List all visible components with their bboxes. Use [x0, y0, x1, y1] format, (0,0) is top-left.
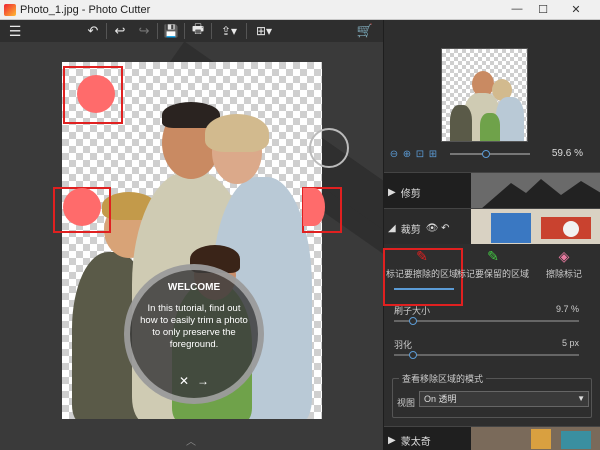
chevron-up-icon[interactable]: ︿	[186, 433, 196, 448]
chevron-down-icon: ◢	[388, 223, 396, 234]
toolbar-divider	[184, 23, 185, 39]
print-icon[interactable]: 🖶	[189, 21, 207, 40]
canvas-area[interactable]: WELCOME In this tutorial, find out how t…	[0, 42, 383, 450]
maximize-button[interactable]: ☐	[530, 1, 556, 17]
title-bar: Photo_1.jpg - Photo Cutter — ☐ ✕	[0, 0, 600, 20]
arrow-right-icon[interactable]: →	[197, 374, 209, 388]
redo-icon[interactable]: ↪	[135, 22, 153, 40]
section-cutout-label: 裁剪	[400, 225, 421, 236]
tutorial-bubble: WELCOME In this tutorial, find out how t…	[124, 264, 264, 404]
zoom-value: 59.6 %	[551, 148, 583, 159]
tool-mark-keep-label: 标记要保留的区域	[457, 269, 530, 279]
cart-icon[interactable]: 🛒	[356, 22, 374, 40]
section-background-header: ▶ 蒙太奇	[388, 433, 431, 448]
brush-size-slider[interactable]	[394, 317, 579, 325]
cutout-preview-image	[471, 209, 600, 244]
section-cutout-header: ◢ 裁剪 👁 ↶	[388, 221, 450, 236]
brush-size-control: 刷子大小 9.7 %	[394, 304, 589, 325]
share-icon[interactable]: ⇪▾	[216, 22, 242, 40]
chevron-right-icon: ▶	[388, 187, 396, 198]
erase-marker-dot[interactable]	[77, 75, 115, 113]
toolbar-divider	[106, 23, 107, 39]
tool-mark-keep[interactable]: ✎ 标记要保留的区域	[457, 248, 529, 294]
view-mode-select[interactable]: On 透明 ▼	[419, 391, 589, 407]
tool-erase-marks-label: 擦除标记	[545, 269, 582, 279]
zoom-slider[interactable]	[450, 150, 530, 158]
eye-icon[interactable]: 👁 ↶	[426, 223, 450, 234]
pencil-green-icon: ✎	[487, 248, 499, 264]
erase-marker-dot[interactable]	[63, 188, 101, 226]
view-mode-legend: 查看移除区域的模式	[399, 372, 487, 385]
save-icon[interactable]: 💾	[162, 22, 180, 40]
view-mode-group: 查看移除区域的模式 视图 On 透明 ▼	[392, 372, 592, 418]
view-label: 视图	[397, 398, 416, 408]
brush-cursor-ring	[309, 128, 349, 168]
close-icon[interactable]: ✕	[179, 374, 189, 388]
window-controls: — ☐ ✕	[504, 1, 596, 17]
section-crop-header: ▶ 修剪	[388, 185, 421, 200]
zoom-out-icon[interactable]: ⊖	[388, 148, 400, 160]
main-toolbar: ☰ ↶ ↩ ↪ 💾 🖶 ⇪▾ ⊞▾ 🛒	[0, 20, 383, 42]
eraser-icon: ◈	[558, 248, 570, 264]
view-mode-value: On 透明	[424, 394, 457, 404]
feather-handle[interactable]	[408, 351, 417, 359]
brush-size-label: 刷子大小	[394, 306, 431, 316]
section-background[interactable]: ▶ 蒙太奇	[384, 426, 600, 450]
tutorial-controls: ✕ →	[130, 374, 258, 388]
feather-label: 羽化	[394, 340, 413, 350]
thumb-girl	[480, 113, 500, 141]
tutorial-body: In this tutorial, find out how to easily…	[140, 303, 248, 350]
preview-thumbnail[interactable]	[441, 48, 528, 142]
feather-value: 5 px	[561, 338, 579, 348]
tool-selection-highlight	[383, 248, 463, 306]
erase-marker-dot[interactable]	[303, 188, 325, 226]
section-cutout[interactable]: ◢ 裁剪 👁 ↶	[384, 208, 600, 244]
side-panel: ⊖ ⊕ ⊡ ⊞ 59.6 % ▶ 修剪 ◢ 裁剪 👁 ↶ ✎ 标记要擦除的区域 …	[383, 42, 600, 450]
chevron-right-icon: ▶	[388, 435, 396, 446]
toolbar-divider	[157, 23, 158, 39]
crop-preview-image	[471, 173, 600, 208]
tutorial-title: WELCOME	[167, 282, 221, 293]
zoom-in-icon[interactable]: ⊕	[401, 148, 413, 160]
app-logo-icon	[4, 3, 16, 16]
mother-hair	[205, 114, 269, 152]
thumb-mother	[496, 97, 524, 141]
minimize-button[interactable]: —	[504, 1, 530, 17]
section-crop-label: 修剪	[400, 189, 421, 200]
toolbar-divider	[211, 23, 212, 39]
brush-size-value: 9.7 %	[555, 304, 579, 314]
window-title: Photo_1.jpg - Photo Cutter	[20, 3, 151, 16]
export-icon[interactable]: ⊞▾	[251, 22, 277, 40]
tool-erase-marks[interactable]: ◈ 擦除标记	[528, 248, 600, 294]
toolbar-divider	[246, 23, 247, 39]
tool-active-underline	[394, 288, 454, 290]
feather-control: 羽化 5 px	[394, 338, 589, 359]
actual-size-icon[interactable]: ⊞	[427, 148, 439, 160]
panel-toolbar-spacer	[383, 20, 600, 42]
undo-icon[interactable]: ↩	[111, 22, 129, 40]
zoom-controls: ⊖ ⊕ ⊡ ⊞ 59.6 %	[388, 147, 597, 161]
tool-mark-erase[interactable]: ✎ 标记要擦除的区域	[383, 248, 463, 306]
feather-slider[interactable]	[394, 351, 579, 359]
close-button[interactable]: ✕	[556, 1, 596, 17]
brush-size-handle[interactable]	[408, 317, 417, 325]
thumb-boy	[450, 105, 472, 141]
fit-to-window-icon[interactable]: ⊡	[414, 148, 426, 160]
section-crop[interactable]: ▶ 修剪	[384, 172, 600, 208]
background-preview-image	[471, 427, 600, 450]
zoom-slider-handle[interactable]	[482, 150, 490, 158]
cutout-tools: ✎ 标记要擦除的区域 ✎ 标记要保留的区域 ◈ 擦除标记	[383, 242, 600, 306]
menu-icon[interactable]: ☰	[6, 22, 24, 40]
chevron-down-icon: ▼	[577, 394, 585, 403]
section-background-label: 蒙太奇	[400, 437, 431, 448]
rotate-icon[interactable]: ↶	[84, 22, 102, 40]
